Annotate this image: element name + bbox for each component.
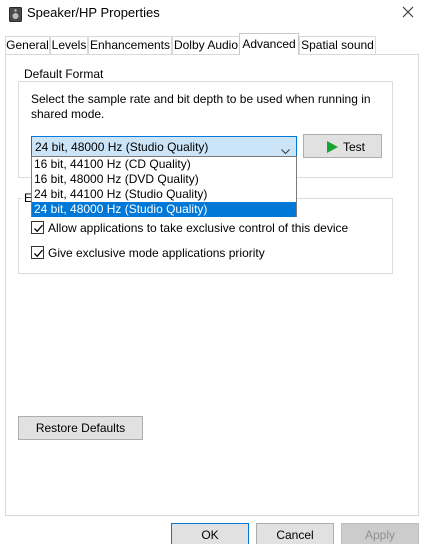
priority-checkbox-row[interactable]: Give exclusive mode applications priorit… — [31, 245, 265, 261]
format-select-value: 24 bit, 48000 Hz (Studio Quality) — [35, 140, 209, 154]
cancel-button[interactable]: Cancel — [256, 523, 334, 544]
tab-advanced[interactable]: Advanced — [239, 33, 299, 55]
priority-checkbox[interactable] — [31, 246, 44, 259]
tab-dolby-audio[interactable]: Dolby Audio — [172, 36, 240, 55]
tab-spatial-sound[interactable]: Spatial sound — [299, 36, 376, 55]
default-format-description: Select the sample rate and bit depth to … — [31, 92, 371, 121]
chevron-down-icon — [281, 144, 290, 155]
format-option[interactable]: 16 bit, 48000 Hz (DVD Quality) — [32, 172, 296, 187]
allow-exclusive-checkbox-row[interactable]: Allow applications to take exclusive con… — [31, 220, 348, 236]
test-button-label: Test — [343, 140, 366, 154]
test-button[interactable]: Test — [303, 134, 382, 158]
speaker-icon — [9, 7, 22, 22]
title-bar: Speaker/HP Properties — [0, 0, 425, 30]
format-select[interactable]: 24 bit, 48000 Hz (Studio Quality) — [31, 136, 297, 157]
tab-enhancements[interactable]: Enhancements — [88, 36, 172, 55]
apply-button[interactable]: Apply — [341, 523, 419, 544]
default-format-group-label: Default Format — [22, 67, 106, 81]
format-option[interactable]: 16 bit, 44100 Hz (CD Quality) — [32, 157, 296, 172]
allow-exclusive-label: Allow applications to take exclusive con… — [48, 221, 349, 235]
format-option-highlighted[interactable]: 24 bit, 48000 Hz (Studio Quality) — [32, 202, 296, 217]
allow-exclusive-checkbox[interactable] — [31, 221, 44, 234]
format-dropdown-list: 16 bit, 44100 Hz (CD Quality) 16 bit, 48… — [31, 156, 297, 217]
close-icon[interactable] — [396, 3, 420, 23]
priority-label: Give exclusive mode applications priorit… — [48, 246, 265, 260]
restore-defaults-button[interactable]: Restore Defaults — [18, 416, 143, 440]
play-icon — [327, 141, 338, 153]
ok-button[interactable]: OK — [171, 523, 249, 544]
format-option[interactable]: 24 bit, 44100 Hz (Studio Quality) — [32, 187, 296, 202]
window-title: Speaker/HP Properties — [27, 5, 160, 20]
tab-levels[interactable]: Levels — [50, 36, 88, 55]
tab-general[interactable]: General — [5, 36, 50, 55]
